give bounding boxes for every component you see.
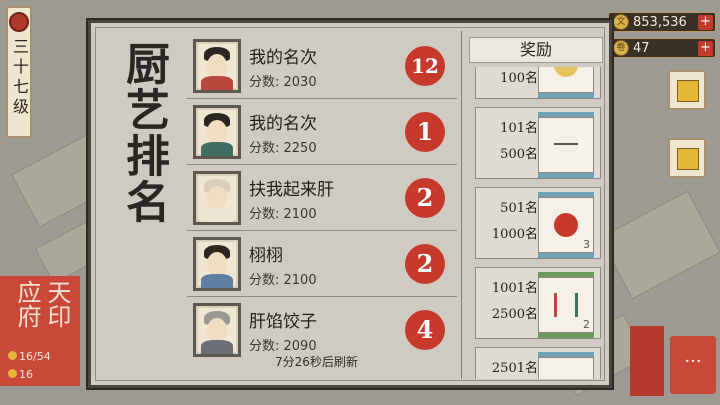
rank-badge: 4 — [405, 310, 445, 350]
reward-tier[interactable]: 2501名 — [475, 347, 601, 379]
rewards-header: 奖励 — [469, 37, 603, 63]
chef-name: 我的名次 — [249, 114, 317, 134]
token-counter: 卷 47 + — [608, 38, 716, 58]
event-banner[interactable] — [630, 326, 664, 396]
district-stat-a: 16/54 — [8, 350, 51, 363]
reward-range: 501名 1000名 — [491, 201, 538, 242]
scroll-token-icon: 卷 — [613, 40, 629, 56]
player-level-badge[interactable]: 三十七级 — [6, 6, 32, 138]
chef-score: 分数: 2100 — [249, 273, 317, 288]
painting-icon — [677, 80, 699, 102]
add-tokens-button[interactable]: + — [698, 41, 713, 56]
district-stamp[interactable]: 天印应府 16/54 16 — [0, 276, 80, 386]
add-coins-button[interactable]: + — [698, 15, 713, 30]
refresh-timer: 7分26秒后刷新 — [275, 355, 358, 369]
ranking-row[interactable]: 我的名次 分数: 2030 12 — [187, 33, 457, 99]
ranking-row[interactable]: 栩栩 分数: 2100 2 — [187, 231, 457, 297]
reward-tier[interactable]: 1001名 2500名 2 — [475, 267, 601, 339]
chef-name: 栩栩 — [249, 246, 283, 266]
chef-name: 扶我起来肝 — [249, 180, 334, 200]
rank-badge: 2 — [405, 244, 445, 284]
ranking-list[interactable]: 我的名次 分数: 2030 12 我的名次 分数: 2250 1 扶我起来肝 分… — [187, 33, 457, 363]
person-icon — [8, 351, 17, 360]
reward-scroll — [538, 67, 594, 98]
reward-tier[interactable]: 101名 500名 — [475, 107, 601, 179]
chef-portrait — [193, 303, 241, 357]
chef-name: 我的名次 — [249, 48, 317, 68]
ranking-row[interactable]: 我的名次 分数: 2250 1 — [187, 99, 457, 165]
chef-name: 肝馅饺子 — [249, 312, 317, 332]
panel-title: 厨艺排名 — [118, 41, 169, 225]
reward-tier[interactable]: 501名 1000名 3 — [475, 187, 601, 259]
reward-quantity: 3 — [583, 238, 590, 251]
rewards-list[interactable]: 100名 101名 500名 501名 1000名 3 1001名 2500名 2 2… — [475, 67, 601, 379]
side-menu-button-1[interactable] — [668, 70, 706, 110]
reward-scroll — [538, 352, 594, 379]
more-menu-button[interactable]: ··· — [670, 336, 716, 394]
player-level-text: 三十七级 — [10, 38, 29, 118]
reward-scroll: 2 — [538, 272, 594, 338]
district-name: 天印应府 — [13, 280, 71, 328]
chef-portrait — [193, 237, 241, 291]
reward-range: 1001名 2500名 — [491, 281, 538, 322]
coin-icon: 文 — [613, 14, 629, 30]
reward-range: 2501名 — [491, 361, 538, 376]
reward-scroll — [538, 112, 594, 178]
chef-score: 分数: 2250 — [249, 141, 317, 156]
chef-portrait — [193, 171, 241, 225]
ranking-row[interactable]: 扶我起来肝 分数: 2100 2 — [187, 165, 457, 231]
chef-portrait — [193, 105, 241, 159]
reward-item-icon — [554, 67, 578, 77]
rank-badge: 2 — [405, 178, 445, 218]
coin-counter: 文 853,536 + — [608, 12, 716, 32]
reward-range: 101名 500名 — [500, 121, 538, 162]
pipa-icon — [9, 12, 29, 32]
chef-score: 分数: 2100 — [249, 207, 317, 222]
reward-range: 100名 — [500, 71, 538, 86]
coin-amount: 853,536 — [633, 14, 687, 30]
cooking-ranking-panel: 厨艺排名 我的名次 分数: 2030 12 我的名次 分数: 2250 1 扶我… — [88, 20, 612, 388]
hanging-meat-icon — [554, 293, 578, 317]
crab-icon — [554, 213, 578, 237]
chef-portrait — [193, 39, 241, 93]
district-stat-b: 16 — [8, 368, 33, 381]
panel-divider — [461, 31, 462, 379]
reward-scroll: 3 — [538, 192, 594, 258]
chef-score: 分数: 2090 — [249, 339, 317, 354]
abacus-icon — [554, 143, 578, 147]
gold-ingot-icon — [677, 148, 699, 170]
token-amount: 47 — [633, 40, 650, 56]
coin-icon — [8, 369, 17, 378]
reward-quantity: 2 — [583, 318, 590, 331]
rank-badge: 1 — [405, 112, 445, 152]
rank-badge: 12 — [405, 46, 445, 86]
chef-score: 分数: 2030 — [249, 75, 317, 90]
side-menu-button-2[interactable] — [668, 138, 706, 178]
reward-tier[interactable]: 100名 — [475, 67, 601, 99]
